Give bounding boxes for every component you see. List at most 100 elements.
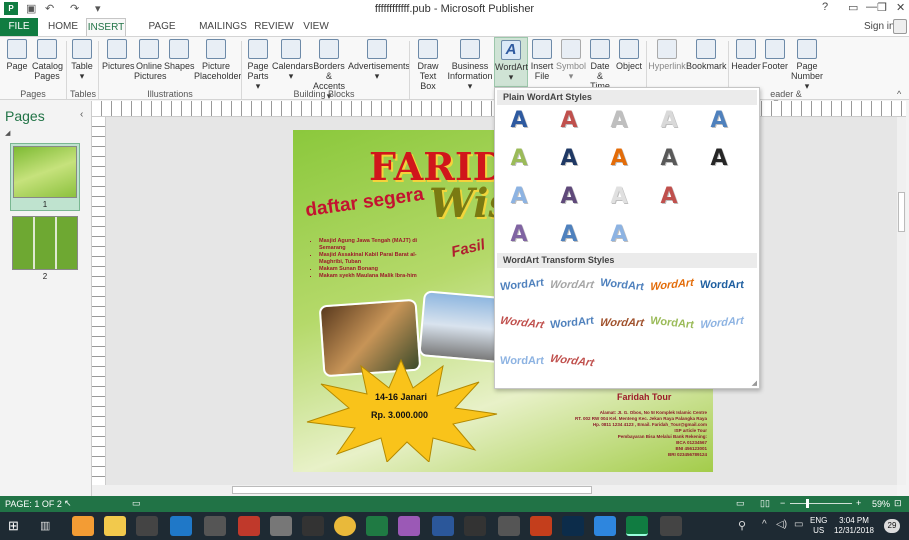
plain-wordart-style[interactable]: A: [557, 108, 581, 134]
collapse-pane-icon[interactable]: ‹: [80, 109, 83, 120]
transform-wordart-style[interactable]: WordArt: [496, 310, 547, 336]
draw-text-box-button[interactable]: Draw Text Box: [411, 39, 445, 91]
edge-icon[interactable]: [170, 516, 192, 536]
page-parts-button[interactable]: Page Parts ▾: [244, 39, 272, 91]
tab-review[interactable]: REVIEW: [254, 18, 294, 36]
input-language[interactable]: ENG US: [810, 516, 827, 536]
clock[interactable]: 3:04 PM 12/31/2018: [832, 516, 876, 536]
insert-file-button[interactable]: Insert File: [530, 39, 554, 81]
calendars-button[interactable]: Calendars ▾: [272, 39, 313, 81]
taskbar-app-icon[interactable]: [594, 516, 616, 536]
tab-insert[interactable]: INSERT: [86, 18, 126, 36]
task-view-icon[interactable]: ▥: [40, 519, 50, 532]
page-number-button[interactable]: Page Number ▾: [789, 39, 825, 91]
taskbar-app-icon[interactable]: [238, 516, 260, 536]
zoom-in-icon[interactable]: +: [856, 498, 861, 508]
people-icon[interactable]: ⚲: [738, 519, 746, 532]
tab-mailings[interactable]: MAILINGS: [198, 18, 248, 36]
file-explorer-icon[interactable]: [104, 516, 126, 536]
calculator-icon[interactable]: [302, 516, 324, 536]
advertisements-button[interactable]: Advertisements ▾: [348, 39, 410, 81]
publisher-taskbar-icon[interactable]: [626, 516, 648, 536]
single-page-view-icon[interactable]: ▭: [736, 498, 745, 509]
store-icon[interactable]: [136, 516, 158, 536]
flyer-date[interactable]: 14-16 Janari: [375, 392, 427, 402]
tab-view[interactable]: VIEW: [300, 18, 332, 36]
zoom-slider[interactable]: [790, 499, 852, 508]
flyer-contact-block[interactable]: Alamat: JI. G. Obos, No 5I Komplek Islam…: [511, 410, 707, 458]
transform-wordart-style[interactable]: WordArt: [649, 310, 695, 337]
flyer-fasilitas[interactable]: Fasil: [449, 236, 486, 261]
page-thumbnail-2[interactable]: 2: [12, 216, 78, 282]
flyer-price[interactable]: Rp. 3.000.000: [371, 410, 428, 420]
object-button[interactable]: Object: [615, 39, 643, 71]
plain-wordart-style[interactable]: A: [507, 222, 531, 248]
plain-wordart-style[interactable]: A: [657, 184, 681, 210]
pictures-button[interactable]: Pictures: [102, 39, 135, 71]
plain-wordart-style[interactable]: A: [557, 146, 581, 172]
taskbar-app-icon[interactable]: [398, 516, 420, 536]
transform-wordart-style[interactable]: WordArt: [546, 348, 597, 374]
user-avatar-icon[interactable]: [893, 19, 907, 34]
plain-wordart-style[interactable]: A: [657, 108, 681, 134]
photoshop-icon[interactable]: [562, 516, 584, 536]
chrome-icon[interactable]: [334, 516, 356, 536]
flyer-bullet-list[interactable]: Masjid Agung Jawa Tengah (MAJT) di Semar…: [311, 238, 439, 280]
online-pictures-button[interactable]: Online Pictures: [134, 39, 167, 81]
collapse-ribbon-icon[interactable]: ^: [897, 89, 901, 99]
word-icon[interactable]: [432, 516, 454, 536]
plain-wordart-style[interactable]: A: [557, 222, 581, 248]
plain-wordart-style[interactable]: A: [607, 146, 631, 172]
transform-wordart-style[interactable]: WordArt: [698, 274, 746, 296]
start-icon[interactable]: ⊞: [8, 518, 19, 534]
tab-page-design[interactable]: PAGE DESIGN: [132, 18, 192, 50]
taskbar-app-icon[interactable]: [72, 516, 94, 536]
close-button[interactable]: ✕: [896, 1, 905, 14]
plain-wordart-style[interactable]: A: [507, 108, 531, 134]
zoom-out-icon[interactable]: −: [780, 498, 785, 508]
mail-icon[interactable]: [204, 516, 226, 536]
transform-wordart-style[interactable]: WordArt: [597, 312, 646, 334]
fit-page-icon[interactable]: ⊡: [894, 498, 902, 509]
bookmark-button[interactable]: Bookmark: [686, 39, 727, 71]
notification-badge[interactable]: 29: [884, 519, 900, 533]
plain-wordart-style[interactable]: A: [607, 108, 631, 134]
catalog-pages-button[interactable]: Catalog Pages: [32, 39, 63, 81]
transform-wordart-style[interactable]: WordArt: [599, 272, 645, 299]
two-page-view-icon[interactable]: ▯▯: [760, 498, 770, 509]
horizontal-scrollbar[interactable]: [92, 485, 897, 496]
network-icon[interactable]: ▭: [794, 519, 803, 530]
plain-wordart-style[interactable]: A: [707, 146, 731, 172]
resize-grip-icon[interactable]: ◢: [752, 379, 757, 387]
minimize-button[interactable]: —: [866, 1, 877, 13]
plain-wordart-style[interactable]: A: [607, 184, 631, 210]
table-button[interactable]: Table ▾: [70, 39, 94, 81]
taskbar-app-icon[interactable]: [498, 516, 520, 536]
date-time-button[interactable]: Date & Time: [587, 39, 613, 91]
restore-button[interactable]: ❐: [877, 1, 887, 14]
plain-wordart-style[interactable]: A: [707, 108, 731, 134]
footer-button[interactable]: Footer: [761, 39, 789, 71]
wordart-button[interactable]: A WordArt ▾: [494, 37, 528, 87]
shapes-button[interactable]: Shapes: [164, 39, 195, 71]
transform-wordart-style[interactable]: WordArt: [547, 274, 596, 296]
sign-in-link[interactable]: Sign in: [864, 21, 895, 32]
plain-wordart-style[interactable]: A: [657, 146, 681, 172]
vertical-scrollbar[interactable]: [897, 117, 906, 485]
transform-wordart-style[interactable]: WordArt: [497, 272, 547, 298]
page-thumbnail-1[interactable]: 1: [10, 143, 80, 211]
plain-wordart-style[interactable]: A: [557, 184, 581, 210]
flyer-daftar-segera[interactable]: daftar segera: [304, 184, 425, 222]
transform-wordart-style[interactable]: WordArt: [498, 350, 546, 372]
header-button[interactable]: Header: [731, 39, 761, 71]
business-information-button[interactable]: Business Information ▾: [446, 39, 494, 91]
volume-icon[interactable]: ◁): [776, 519, 787, 530]
flyer-company[interactable]: Faridah Tour: [617, 392, 671, 402]
plain-wordart-style[interactable]: A: [507, 146, 531, 172]
plain-wordart-style[interactable]: A: [607, 222, 631, 248]
transform-wordart-style[interactable]: WordArt: [547, 310, 597, 336]
help-button[interactable]: ?: [822, 1, 828, 13]
tab-home[interactable]: HOME: [44, 18, 82, 36]
transform-wordart-style[interactable]: WordArt: [649, 271, 696, 298]
photos-icon[interactable]: [660, 516, 682, 536]
